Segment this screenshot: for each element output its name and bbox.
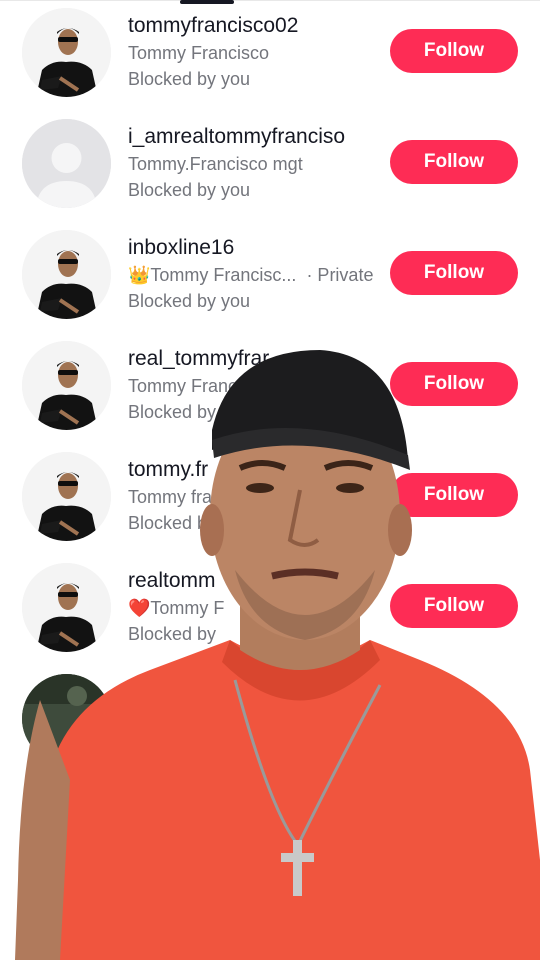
avatar[interactable] [22, 230, 111, 319]
avatar[interactable] [22, 563, 111, 652]
avatar[interactable] [22, 452, 111, 541]
display-name: Tommy Francisco [128, 43, 270, 63]
display-name: ❤️Tommy F [128, 598, 225, 618]
avatar[interactable] [22, 674, 111, 763]
person-photo-icon [22, 452, 111, 541]
list-item[interactable]: realtomm ❤️Tommy F Blocked by Follow [0, 555, 540, 666]
blocked-status: Blocked by [128, 624, 217, 644]
list-item[interactable]: tommy.fr Tommy fra Blocked b Follow [0, 444, 540, 555]
username[interactable]: realtomm [128, 569, 216, 593]
display-name: 👑Tommy Francisc... [128, 265, 297, 285]
follow-button[interactable]: Follow [390, 473, 518, 517]
person-photo-icon [22, 341, 111, 430]
blocked-status: Blocked by you [128, 291, 251, 311]
list-item[interactable] [0, 666, 540, 777]
follow-button[interactable]: Follow [390, 584, 518, 628]
list-item[interactable]: inboxline16 👑Tommy Francisc... · Private … [0, 222, 540, 333]
avatar[interactable] [22, 8, 111, 97]
person-photo-icon [22, 230, 111, 319]
follow-button[interactable]: Follow [390, 362, 518, 406]
list-item[interactable]: tommyfrancisco02 Tommy Francisco Blocked… [0, 0, 540, 111]
cross-pendant-icon [293, 840, 302, 896]
photo-avatar-icon [22, 674, 111, 763]
person-photo-icon [22, 563, 111, 652]
follow-button[interactable]: Follow [390, 29, 518, 73]
username[interactable]: tommyfrancisco02 [128, 14, 298, 38]
display-name: Tommy.Francisco mgt [128, 154, 303, 174]
follow-button[interactable]: Follow [390, 140, 518, 184]
follow-button[interactable]: Follow [390, 251, 518, 295]
username[interactable]: real_tommyfrar [128, 347, 269, 371]
default-user-icon [22, 119, 111, 208]
username[interactable]: inboxline16 [128, 236, 234, 260]
private-label: · Private [306, 265, 374, 285]
blocked-status: Blocked by you [128, 69, 251, 89]
display-name: Tommy fra [128, 487, 213, 507]
avatar[interactable] [22, 119, 111, 208]
list-item[interactable]: real_tommyfrar Tommy Franc Blocked by Fo… [0, 333, 540, 444]
blocked-status: Blocked by you [128, 180, 251, 200]
avatar[interactable] [22, 341, 111, 430]
person-photo-icon [22, 8, 111, 97]
blocked-status: Blocked by [128, 402, 217, 422]
display-name-line: 👑Tommy Francisc... · Private [128, 265, 373, 286]
username[interactable]: tommy.fr [128, 458, 208, 482]
username[interactable]: i_amrealtommyfranciso [128, 125, 345, 149]
blocked-status: Blocked b [128, 513, 208, 533]
display-name: Tommy Franc [128, 376, 238, 396]
list-item[interactable]: i_amrealtommyfranciso Tommy.Francisco mg… [0, 111, 540, 222]
